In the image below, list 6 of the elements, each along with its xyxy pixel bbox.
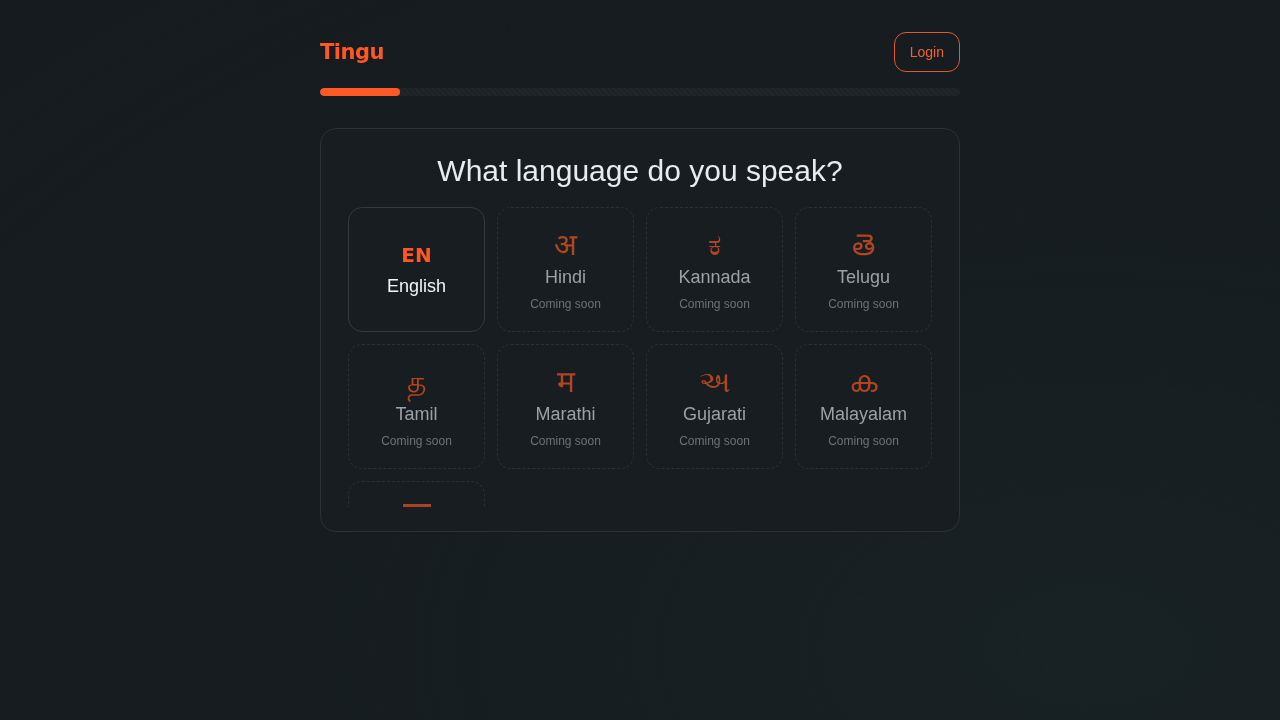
question-title: What language do you speak? [436,153,844,189]
cut-off-language-card[interactable] [348,481,485,507]
login-button[interactable]: Login [893,32,960,72]
glyph-fragment-icon [402,504,431,507]
language-card[interactable]: EN English [348,207,485,332]
logo: Tingu [320,40,384,64]
